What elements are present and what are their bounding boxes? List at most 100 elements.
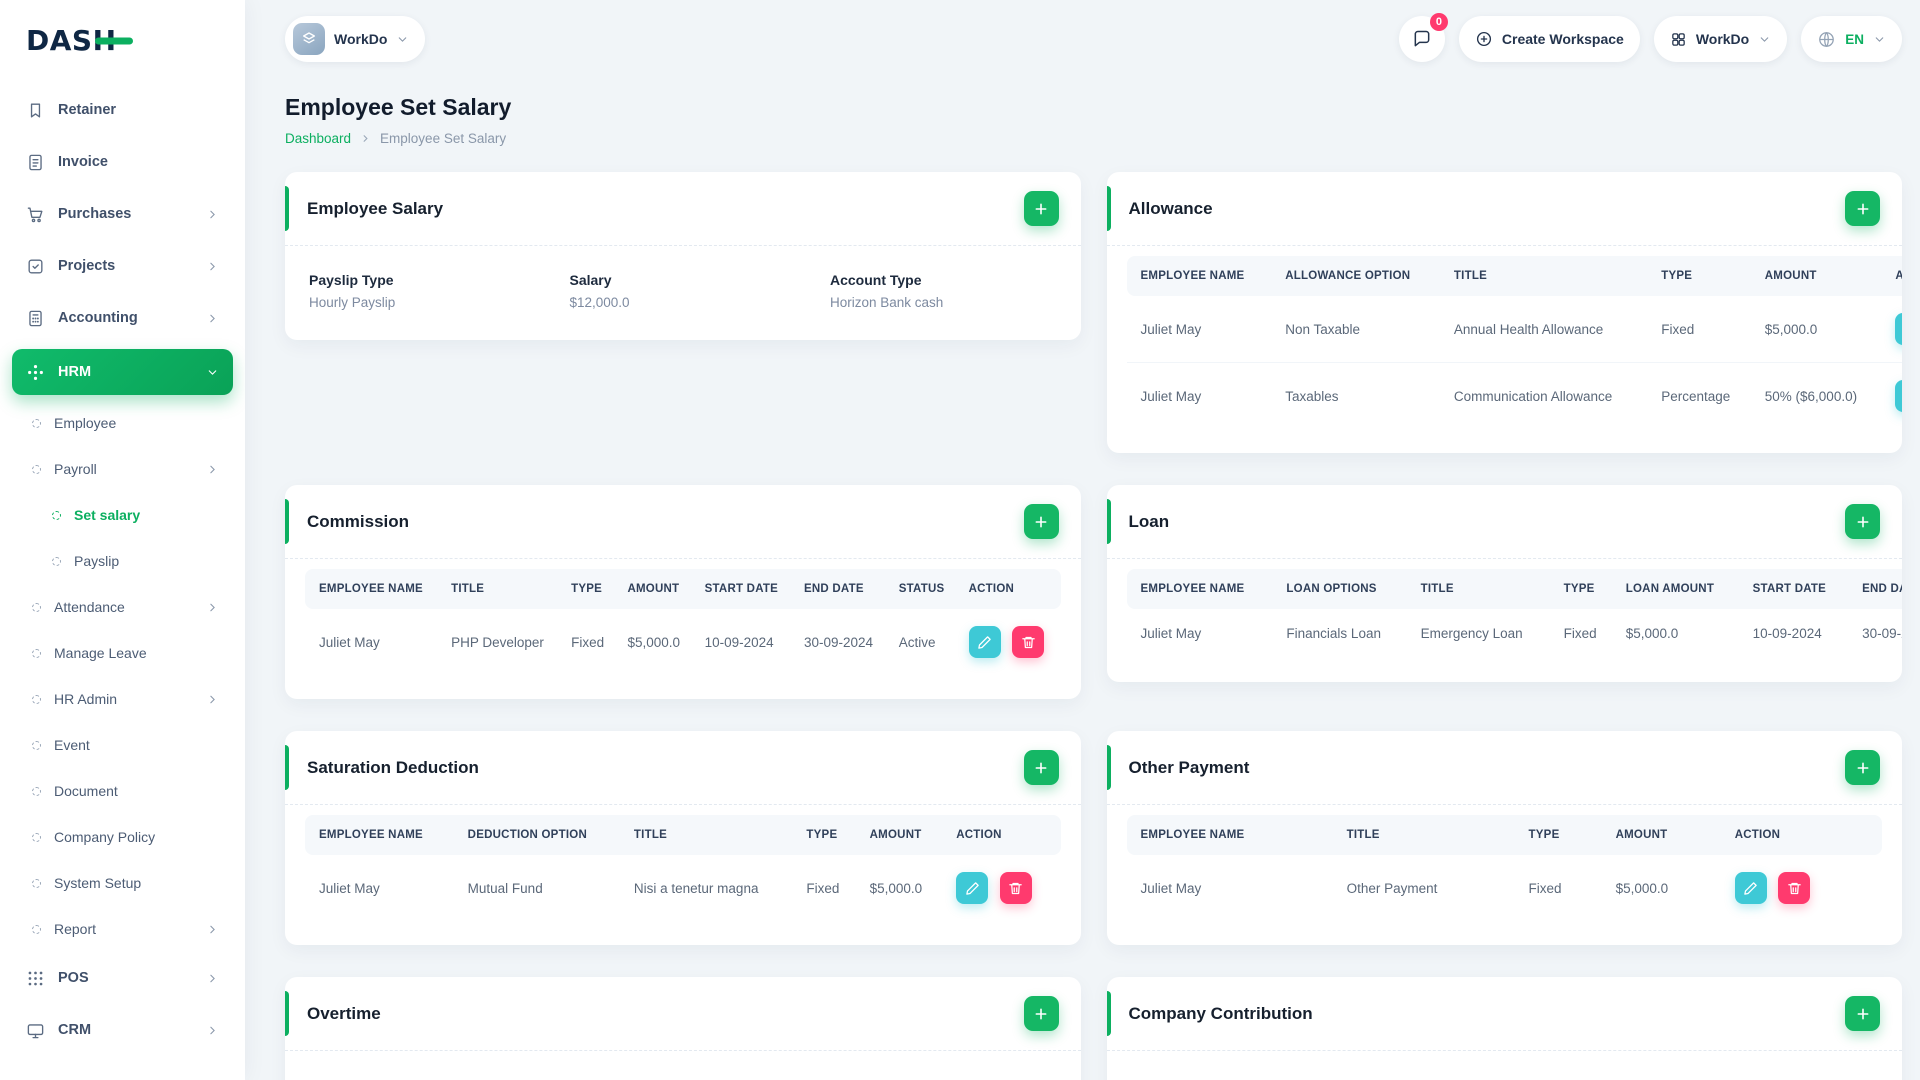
table-cell: $5,000.0	[627, 634, 681, 650]
sidebar-item-purchases[interactable]: Purchases	[12, 188, 233, 240]
sidebar-item-label: Payslip	[74, 553, 120, 569]
page-title: Employee Set Salary	[285, 94, 512, 120]
sidebar-item-label: HRM	[58, 364, 92, 380]
sidebar-item-employee[interactable]: Employee	[12, 400, 233, 446]
sidebar-item-retainer[interactable]: Retainer	[12, 84, 233, 136]
allowance-card: Allowance EMPLOYEE NAME ALLOWANCE OPTION…	[1106, 172, 1902, 453]
add-allowance-button[interactable]	[1845, 191, 1880, 226]
sidebar-item-document[interactable]: Document	[12, 768, 233, 814]
create-workspace-label: Create Workspace	[1501, 31, 1624, 47]
edit-button[interactable]	[1895, 313, 1902, 345]
card-header: Commission	[285, 485, 1081, 559]
chevron-right-icon	[206, 601, 219, 614]
table-cell: Percentage	[1651, 362, 1755, 429]
edit-button[interactable]	[968, 626, 1001, 658]
sidebar-item-attendance[interactable]: Attendance	[12, 584, 233, 630]
invoice-icon	[26, 153, 45, 172]
sidebar-item-accounting[interactable]: Accounting	[12, 292, 233, 344]
messages-button[interactable]: 0	[1398, 13, 1448, 62]
sidebar-item-payroll[interactable]: Payroll	[12, 446, 233, 492]
other-payment-table: EMPLOYEE NAME TITLE TYPE AMOUNT ACTION J…	[1126, 815, 1883, 921]
sidebar-item-report[interactable]: Report	[12, 906, 233, 952]
sidebar-item-event[interactable]: Event	[12, 722, 233, 768]
breadcrumb: Dashboard Employee Set Salary	[285, 131, 1902, 146]
field-value: Horizon Bank cash	[829, 295, 944, 310]
pencil-icon	[1744, 881, 1757, 895]
main-area: WorkDo 0 Create Workspace WorkDo EN Empl…	[245, 0, 1920, 1080]
notification-badge: 0	[1429, 13, 1448, 31]
sidebar-item-projects[interactable]: Projects	[12, 240, 233, 292]
table-row: Juliet May Other Payment Fixed $5,000.0	[1127, 855, 1883, 921]
apps-menu-button[interactable]: WorkDo	[1653, 16, 1788, 62]
edit-button[interactable]	[1734, 872, 1767, 904]
plus-icon	[1035, 516, 1047, 527]
bookmark-icon	[26, 101, 45, 120]
add-company-contribution-button[interactable]	[1845, 996, 1880, 1031]
column-header: TITLE	[1336, 815, 1519, 855]
sidebar-item-label: POS	[58, 970, 89, 986]
edit-button[interactable]	[956, 872, 989, 904]
commission-table: EMPLOYEE NAME TITLE TYPE AMOUNT START DA…	[305, 569, 1061, 675]
table-cell: Mutual Fund	[467, 880, 543, 896]
sidebar-item-system-setup[interactable]: System Setup	[12, 860, 233, 906]
table-row: Juliet May Financials Loan Emergency Loa…	[1127, 609, 1903, 658]
column-header: ALLOWANCE OPTION	[1275, 256, 1444, 296]
add-employee-salary-button[interactable]	[1023, 191, 1059, 226]
delete-button[interactable]	[1012, 626, 1045, 658]
bullet-icon	[52, 510, 61, 520]
salary-fields: Payslip Type Hourly Payslip Salary $12,0…	[285, 246, 1081, 340]
table-cell: Fixed	[571, 634, 605, 650]
sidebar-item-manage-leave[interactable]: Manage Leave	[12, 630, 233, 676]
create-workspace-button[interactable]: Create Workspace	[1458, 16, 1640, 62]
table-cell: Juliet May	[1140, 626, 1202, 641]
add-commission-button[interactable]	[1023, 504, 1059, 539]
sidebar-item-crm[interactable]: CRM	[12, 1004, 233, 1056]
table-cell: Non Taxable	[1285, 321, 1361, 337]
sidebar-item-set-salary[interactable]: Set salary	[12, 492, 233, 538]
table-container: EMPLOYEE NAME TITLE TYPE AMOUNT ACTION J…	[1107, 805, 1903, 945]
column-header: STATUS	[888, 569, 959, 609]
bullet-icon	[32, 602, 41, 612]
edit-button[interactable]	[1895, 380, 1902, 412]
sidebar-item-hr-admin[interactable]: HR Admin	[12, 676, 233, 722]
card-header: Company Contribution	[1106, 977, 1902, 1051]
apps-menu-label: WorkDo	[1695, 31, 1750, 47]
column-header: EMPLOYEE NAME	[1126, 569, 1277, 609]
brand-logo[interactable]: DASH	[0, 0, 245, 80]
employee-salary-card: Employee Salary Payslip Type Hourly Pays…	[285, 172, 1081, 340]
delete-button[interactable]	[1778, 872, 1811, 904]
card-title: Other Payment	[1128, 757, 1250, 777]
chevron-right-icon	[206, 463, 219, 476]
column-header: LOAN OPTIONS	[1276, 569, 1411, 609]
field-label: Account Type	[829, 272, 922, 288]
add-loan-button[interactable]	[1845, 504, 1880, 539]
plus-icon	[1857, 516, 1868, 527]
sidebar-item-label: CRM	[58, 1022, 92, 1038]
brand-name: DASH	[26, 23, 117, 57]
table-cell: $5,000.0	[1615, 880, 1669, 896]
field-label: Payslip Type	[309, 272, 394, 288]
sidebar-item-hrm[interactable]: HRM	[12, 349, 233, 395]
column-header: ACTION	[1724, 815, 1882, 855]
monitor-icon	[26, 1021, 45, 1040]
language-code: EN	[1845, 31, 1864, 47]
language-selector[interactable]: EN	[1801, 16, 1902, 62]
add-saturation-deduction-button[interactable]	[1023, 750, 1059, 785]
field-payslip-type: Payslip Type Hourly Payslip	[309, 272, 569, 310]
add-other-payment-button[interactable]	[1845, 750, 1880, 785]
field-account-type: Account Type Horizon Bank cash	[830, 272, 1057, 310]
trash-icon	[1009, 882, 1023, 894]
breadcrumb-dashboard-link[interactable]: Dashboard	[285, 131, 351, 146]
add-overtime-button[interactable]	[1023, 996, 1059, 1031]
workspace-switcher[interactable]: WorkDo	[285, 16, 426, 62]
sidebar-item-invoice[interactable]: Invoice	[12, 136, 233, 188]
table-cell: Financials Loan	[1286, 626, 1381, 641]
table-cell: Fixed	[1661, 321, 1695, 337]
delete-button[interactable]	[999, 872, 1032, 904]
app-root: DASH Retainer Invoice Purchases Projects	[0, 0, 1920, 1080]
actions-cell	[959, 609, 1061, 675]
sidebar-item-company-policy[interactable]: Company Policy	[12, 814, 233, 860]
sidebar-item-payslip[interactable]: Payslip	[12, 538, 233, 584]
sidebar-item-pos[interactable]: POS	[12, 952, 233, 1004]
overtime-card: Overtime	[285, 977, 1081, 1080]
